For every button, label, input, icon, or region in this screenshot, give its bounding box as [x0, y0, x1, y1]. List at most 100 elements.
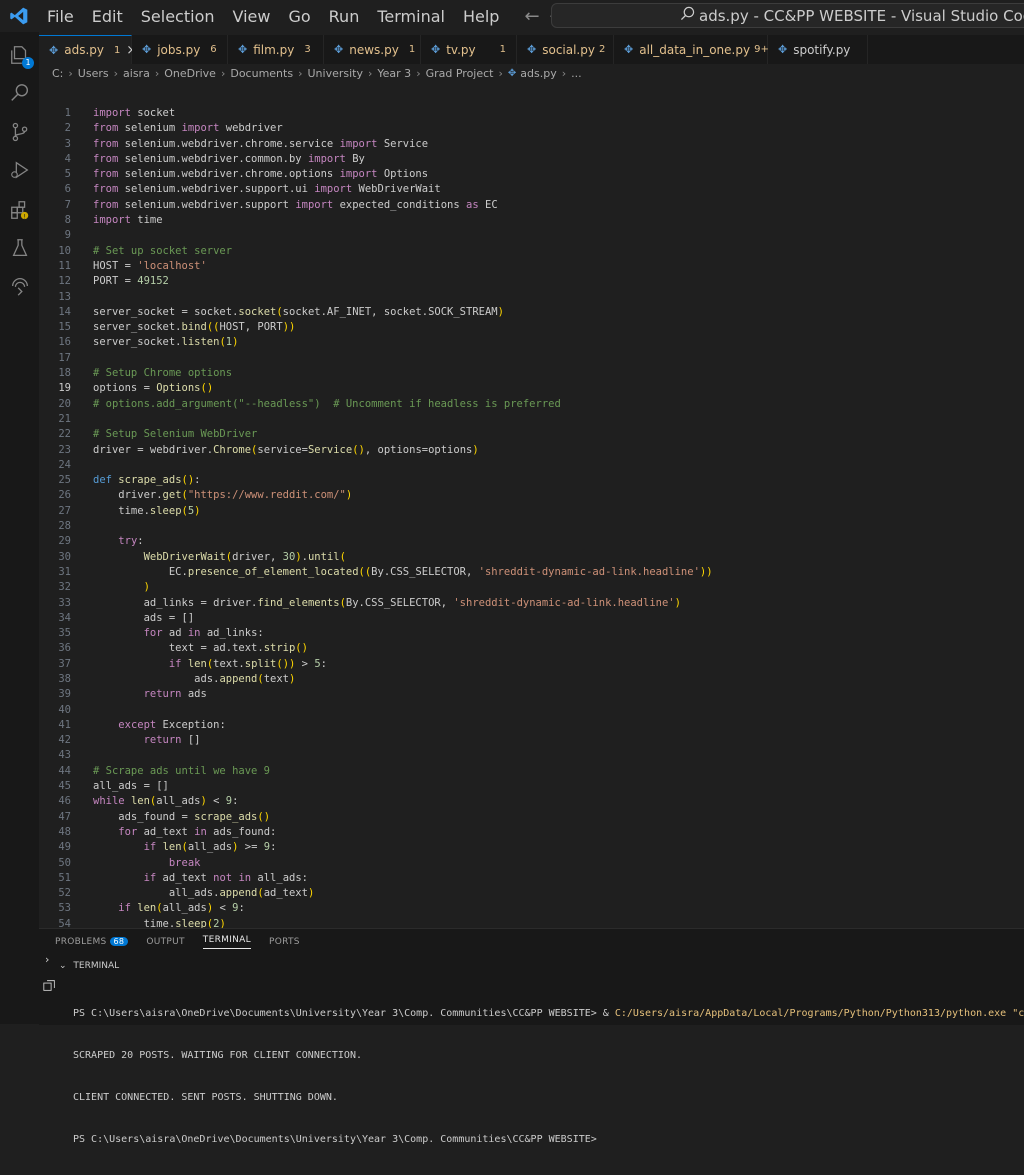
menu-help[interactable]: Help [454, 7, 508, 26]
breadcrumb-item[interactable]: Grad Project [426, 67, 494, 80]
code-line[interactable]: 16 server_socket.listen(1) [39, 335, 1024, 350]
menu-view[interactable]: View [224, 7, 280, 26]
code-line[interactable]: 22 # Setup Selenium WebDriver [39, 427, 1024, 442]
code-line[interactable]: 8 import time [39, 213, 1024, 228]
breadcrumb-item[interactable]: ... [571, 67, 582, 80]
code-line[interactable]: 13 [39, 290, 1024, 305]
code-line[interactable]: 26 driver.get("https://www.reddit.com/") [39, 488, 1024, 503]
command-center[interactable]: ads.py - CC&PP WEBSITE - Visual Studio C… [551, 3, 1024, 28]
menu-file[interactable]: File [38, 7, 83, 26]
panel-tab-output[interactable]: OUTPUT [146, 937, 184, 947]
breadcrumb-item[interactable]: C: [52, 67, 63, 80]
tab-ads[interactable]: ✥ ads.py 1 × [39, 35, 137, 64]
panel-tab-problems[interactable]: PROBLEMS 68 [55, 937, 129, 947]
run-debug-icon[interactable] [8, 158, 32, 182]
code-line[interactable]: 6 from selenium.webdriver.support.ui impo… [39, 182, 1024, 197]
code-line[interactable]: 41 except Exception: [39, 718, 1024, 733]
code-line[interactable]: 35 for ad in ad_links: [39, 626, 1024, 641]
code-line[interactable]: 45 all_ads = [] [39, 779, 1024, 794]
breadcrumb-item[interactable]: University [307, 67, 363, 80]
code-line[interactable]: 36 text = ad.text.strip() [39, 641, 1024, 656]
code-line[interactable]: 54 time.sleep(2) [39, 917, 1024, 928]
code-line[interactable]: 46 while len(all_ads) < 9: [39, 794, 1024, 809]
tab-jobs[interactable]: ✥ jobs.py 6 [132, 35, 228, 64]
code-line[interactable]: 18 # Setup Chrome options [39, 366, 1024, 381]
code-line[interactable]: 33 ad_links = driver.find_elements(By.CS… [39, 596, 1024, 611]
breadcrumb-item[interactable]: Users [78, 67, 109, 80]
code-line[interactable]: 14 server_socket = socket.socket(socket.A… [39, 305, 1024, 320]
code-line[interactable]: 50 break [39, 856, 1024, 871]
terminal-shell-icon[interactable] [43, 977, 56, 996]
code-line[interactable]: 42 return [] [39, 733, 1024, 748]
code-line[interactable]: 43 [39, 748, 1024, 763]
code-line[interactable]: 39 return ads [39, 687, 1024, 702]
source-control-icon[interactable] [8, 120, 32, 144]
code-line[interactable]: 51 if ad_text not in all_ads: [39, 871, 1024, 886]
search-view-icon[interactable] [8, 81, 32, 105]
chevron-down-icon[interactable]: ⌄ [59, 961, 67, 971]
tab-tv[interactable]: ✥ tv.py 1 [421, 35, 517, 64]
tab-news[interactable]: ✥ news.py 1 [324, 35, 421, 64]
menu-selection[interactable]: Selection [132, 7, 224, 26]
code-line[interactable]: 28 [39, 519, 1024, 534]
breadcrumb-item[interactable]: OneDrive [164, 67, 216, 80]
code-line[interactable]: 10 # Set up socket server [39, 244, 1024, 259]
code-line[interactable]: 15 server_socket.bind((HOST, PORT)) [39, 320, 1024, 335]
code-line[interactable]: 27 time.sleep(5) [39, 504, 1024, 519]
code-line[interactable]: 17 [39, 351, 1024, 366]
code-line[interactable]: 47 ads_found = scrape_ads() [39, 810, 1024, 825]
code-line[interactable]: 1 import socket [39, 106, 1024, 121]
code-line[interactable]: 38 ads.append(text) [39, 672, 1024, 687]
panel-tab-ports[interactable]: PORTS [269, 937, 300, 947]
code-line[interactable]: 11 HOST = 'localhost' [39, 259, 1024, 274]
code-line[interactable]: 25 def scrape_ads(): [39, 473, 1024, 488]
code-line[interactable]: 4 from selenium.webdriver.common.by impor… [39, 152, 1024, 167]
code-line[interactable]: 12 PORT = 49152 [39, 274, 1024, 289]
extensions-icon[interactable]: ! [8, 198, 32, 222]
code-line[interactable]: 20 # options.add_argument("--headless") #… [39, 397, 1024, 412]
code-line[interactable]: 40 [39, 703, 1024, 718]
code-line[interactable]: 2 from selenium import webdriver [39, 121, 1024, 136]
code-line[interactable]: 49 if len(all_ads) >= 9: [39, 840, 1024, 855]
breadcrumb-item[interactable]: Year 3 [377, 67, 411, 80]
code-line[interactable]: 9 [39, 228, 1024, 243]
terminal-output[interactable]: PS C:\Users\aisra\OneDrive\Documents\Uni… [73, 979, 1024, 1175]
code-line[interactable]: 52 all_ads.append(ad_text) [39, 886, 1024, 901]
breadcrumb-item[interactable]: ads.py [520, 67, 556, 80]
chevron-right-icon[interactable]: › [45, 953, 49, 966]
testing-flask-icon[interactable] [8, 236, 32, 260]
breadcrumb-item[interactable]: Documents [230, 67, 293, 80]
code-line[interactable]: 24 [39, 458, 1024, 473]
tab-all-data-in-one[interactable]: ✥ all_data_in_one.py 9+ ● [614, 35, 792, 64]
explorer-icon[interactable]: 1 [8, 43, 34, 69]
tab-film[interactable]: ✥ film.py 3 [228, 35, 324, 64]
code-line[interactable]: 48 for ad_text in ads_found: [39, 825, 1024, 840]
back-arrow-icon[interactable]: ← [524, 6, 539, 27]
terminal-command-path[interactable]: C:/Users/aisra/AppData/Local/Programs/Py… [615, 1008, 1024, 1019]
tab-social[interactable]: ✥ social.py 2 [517, 35, 614, 64]
code-line[interactable]: 31 EC.presence_of_element_located((By.CS… [39, 565, 1024, 580]
code-editor[interactable]: 1 import socket 2 from selenium import webd… [39, 106, 1024, 928]
code-line[interactable]: 23 driver = webdriver.Chrome(service=Serv… [39, 443, 1024, 458]
menu-edit[interactable]: Edit [83, 7, 132, 26]
code-line[interactable]: 53 if len(all_ads) < 9: [39, 901, 1024, 916]
code-line[interactable]: 3 from selenium.webdriver.chrome.service … [39, 137, 1024, 152]
breadcrumb-item[interactable]: aisra [123, 67, 150, 80]
code-line[interactable]: 44 # Scrape ads until we have 9 [39, 764, 1024, 779]
menu-go[interactable]: Go [279, 7, 319, 26]
remote-explorer-icon[interactable] [8, 274, 32, 298]
panel-tab-terminal[interactable]: TERMINAL [202, 935, 251, 949]
code-line[interactable]: 7 from selenium.webdriver.support import … [39, 198, 1024, 213]
code-line[interactable]: 30 WebDriverWait(driver, 30).until( [39, 550, 1024, 565]
terminal-section-header[interactable]: › ⌄ TERMINAL [45, 953, 119, 971]
code-line[interactable]: 34 ads = [] [39, 611, 1024, 626]
menu-terminal[interactable]: Terminal [368, 7, 454, 26]
code-line[interactable]: 29 try: [39, 534, 1024, 549]
code-line[interactable]: 19 options = Options() [39, 381, 1024, 396]
tab-spotify[interactable]: ✥ spotify.py [768, 35, 868, 64]
code-line[interactable]: 21 [39, 412, 1024, 427]
code-line[interactable]: 32 ) [39, 580, 1024, 595]
code-line[interactable]: 5 from selenium.webdriver.chrome.options … [39, 167, 1024, 182]
code-line[interactable]: 37 if len(text.split()) > 5: [39, 657, 1024, 672]
menu-run[interactable]: Run [320, 7, 369, 26]
